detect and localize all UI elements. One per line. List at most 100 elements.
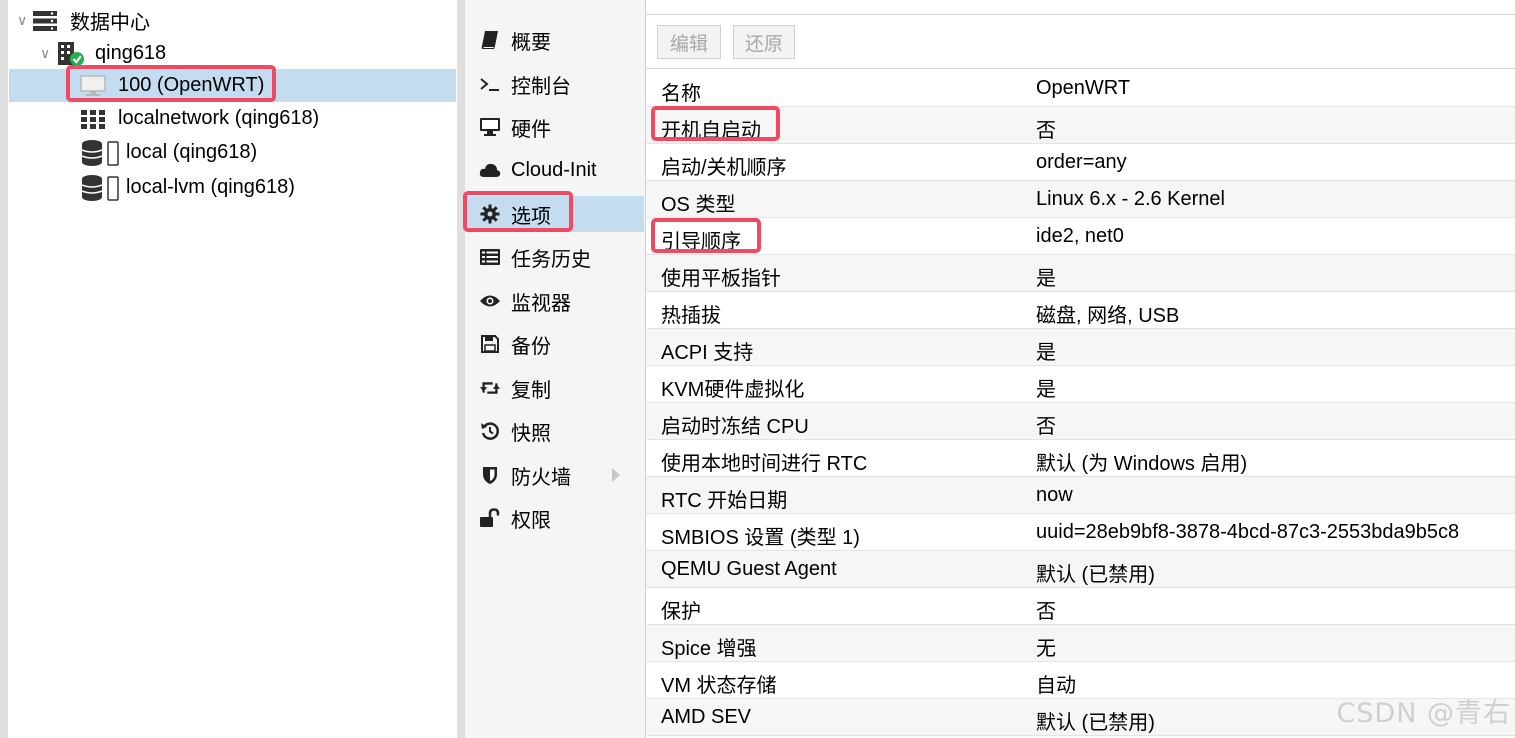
option-row[interactable]: 名称 OpenWRT <box>646 70 1515 107</box>
option-key: 保护 <box>661 601 701 623</box>
grid-network-icon <box>80 109 106 129</box>
option-key: KVM硬件虚拟化 <box>661 379 805 401</box>
vm-nav-menu: 概要 控制台 硬件 Cloud-Init 选项 任务历史 监视器 备份 复制 快… <box>465 0 646 738</box>
option-value: 无 <box>1036 638 1056 660</box>
tree-item-storage-lvm[interactable]: local-lvm (qing618) <box>9 171 456 204</box>
option-value: 默认 (已禁用) <box>1036 564 1155 586</box>
database-storage-icon <box>80 139 122 167</box>
option-row[interactable]: 开机自启动 否 <box>646 107 1515 144</box>
tree-item-label: qing618 <box>95 42 167 64</box>
nav-item-permissions[interactable]: 权限 <box>465 500 644 536</box>
nav-item-monitor[interactable]: 监视器 <box>465 283 644 319</box>
nav-item-replication[interactable]: 复制 <box>465 370 644 406</box>
history-icon <box>479 420 501 442</box>
nav-item-cloud-init[interactable]: Cloud-Init <box>465 152 644 188</box>
option-key: 热插拔 <box>661 305 721 327</box>
node-building-icon <box>56 41 86 67</box>
nav-item-options[interactable]: 选项 <box>465 196 644 232</box>
list-icon <box>479 246 501 268</box>
option-row[interactable]: 引导顺序 ide2, net0 <box>646 218 1515 255</box>
unlock-icon <box>479 507 501 529</box>
option-value: 否 <box>1036 416 1056 438</box>
tree-item-localnetwork[interactable]: localnetwork (qing618) <box>9 102 456 135</box>
option-key: SMBIOS 设置 (类型 1) <box>661 527 860 549</box>
option-key: 启动/关机顺序 <box>661 157 787 179</box>
option-row[interactable]: RTC 开始日期 now <box>646 477 1515 514</box>
tree-item-label: local-lvm (qing618) <box>126 176 295 198</box>
gear-icon <box>479 203 501 225</box>
shield-icon <box>479 464 501 486</box>
option-row[interactable]: KVM硬件虚拟化 是 <box>646 366 1515 403</box>
option-row[interactable]: SMBIOS 设置 (类型 1) uuid=28eb9bf8-3878-4bcd-… <box>646 514 1515 551</box>
option-key: RTC 开始日期 <box>661 490 788 512</box>
book-icon <box>479 29 501 51</box>
option-key: VM 状态存储 <box>661 675 777 697</box>
option-key: 使用本地时间进行 RTC <box>661 453 868 475</box>
tree-item-storage-local[interactable]: local (qing618) <box>9 136 456 169</box>
tree-item-label: 数据中心 <box>70 12 150 34</box>
option-row[interactable]: ACPI 支持 是 <box>646 329 1515 366</box>
chevron-down-icon[interactable]: ∨ <box>17 12 27 29</box>
option-value: ide2, net0 <box>1036 225 1124 247</box>
nav-item-summary[interactable]: 概要 <box>465 22 644 58</box>
option-row[interactable]: QEMU Guest Agent 默认 (已禁用) <box>646 551 1515 588</box>
option-value: 磁盘, 网络, USB <box>1036 305 1180 327</box>
option-key: 名称 <box>661 83 701 105</box>
option-value: Linux 6.x - 2.6 Kernel <box>1036 188 1225 210</box>
option-value: 否 <box>1036 601 1056 623</box>
retweet-icon <box>479 377 501 399</box>
option-key: QEMU Guest Agent <box>661 558 837 580</box>
tree-item-label: localnetwork (qing618) <box>118 107 320 129</box>
option-key: 使用平板指针 <box>661 268 781 290</box>
toolbar-divider <box>646 68 1515 69</box>
nav-item-firewall[interactable]: 防火墙 <box>465 457 644 493</box>
option-value: 是 <box>1036 342 1056 364</box>
option-row[interactable]: 使用平板指针 是 <box>646 255 1515 292</box>
option-row[interactable]: 使用本地时间进行 RTC 默认 (为 Windows 启用) <box>646 440 1515 477</box>
server-rack-icon <box>32 10 58 32</box>
nav-item-hardware[interactable]: 硬件 <box>465 109 644 145</box>
option-row[interactable]: OS 类型 Linux 6.x - 2.6 Kernel <box>646 181 1515 218</box>
terminal-icon <box>479 73 501 95</box>
option-row[interactable]: 保护 否 <box>646 588 1515 625</box>
option-row[interactable]: 热插拔 磁盘, 网络, USB <box>646 292 1515 329</box>
tree-scroll-strip <box>0 0 8 738</box>
option-value: 默认 (已禁用) <box>1036 712 1155 734</box>
option-row[interactable]: 启动时冻结 CPU 否 <box>646 403 1515 440</box>
nav-item-task-history[interactable]: 任务历史 <box>465 239 644 275</box>
monitor-icon <box>479 116 501 138</box>
tree-item-datacenter[interactable]: ∨ 数据中心 <box>9 4 456 37</box>
watermark-text: CSDN @青右 <box>1336 698 1511 729</box>
panel-splitter[interactable] <box>457 0 465 738</box>
option-value: uuid=28eb9bf8-3878-4bcd-87c3-2553bda9b5c… <box>1036 521 1460 543</box>
resource-tree: ∨ 数据中心 ∨ qing618 100 (OpenWRT) localnetw… <box>0 0 458 738</box>
option-value: 默认 (为 Windows 启用) <box>1036 453 1248 475</box>
nav-item-snapshot[interactable]: 快照 <box>465 413 644 449</box>
option-value: order=any <box>1036 151 1127 173</box>
option-key: AMD SEV <box>661 706 752 728</box>
options-panel: 编辑 还原 名称 OpenWRT 开机自启动否 启动/关机顺序 order=any … <box>646 0 1515 738</box>
eye-icon <box>479 290 501 312</box>
chevron-down-icon[interactable]: ∨ <box>40 45 50 62</box>
nav-item-backup[interactable]: 备份 <box>465 326 644 362</box>
revert-button[interactable]: 还原 <box>733 25 795 59</box>
tree-item-label: local (qing618) <box>126 141 258 163</box>
option-row[interactable]: 启动/关机顺序 order=any <box>646 144 1515 181</box>
option-value: now <box>1036 484 1073 506</box>
option-value: 自动 <box>1036 675 1076 697</box>
floppy-icon <box>479 333 501 355</box>
tree-item-label: 100 (OpenWRT) <box>118 74 265 96</box>
database-storage-icon <box>80 174 122 202</box>
option-key: 开机自启动 <box>661 120 761 142</box>
option-row[interactable]: Spice 增强 无 <box>646 625 1515 662</box>
header-divider <box>646 14 1515 15</box>
tree-item-vm-openwrt[interactable]: 100 (OpenWRT) <box>9 69 456 102</box>
tree-item-node[interactable]: ∨ qing618 <box>9 37 456 70</box>
option-key: ACPI 支持 <box>661 342 754 364</box>
cloud-icon <box>479 159 501 181</box>
option-value: 是 <box>1036 379 1056 401</box>
nav-item-console[interactable]: 控制台 <box>465 66 644 102</box>
option-key: Spice 增强 <box>661 638 757 660</box>
option-value: 否 <box>1036 120 1056 142</box>
edit-button[interactable]: 编辑 <box>657 25 721 59</box>
